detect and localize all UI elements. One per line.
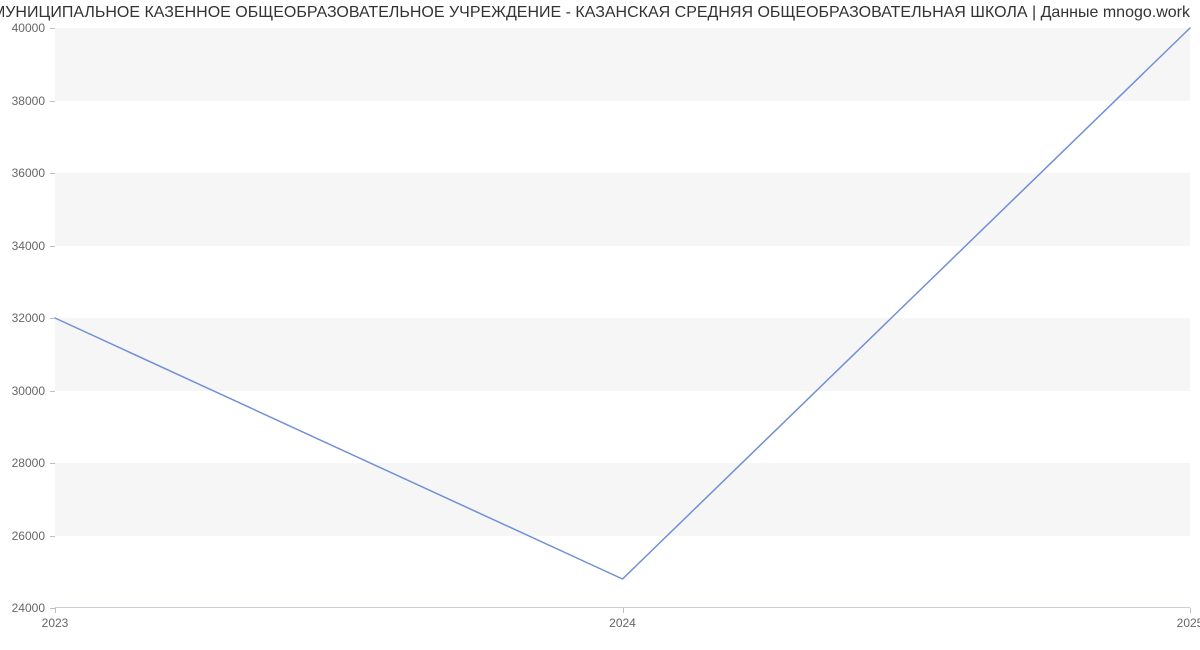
y-tick-mark — [50, 28, 55, 29]
y-tick-mark — [50, 391, 55, 392]
plot-area: 2400026000280003000032000340003600038000… — [55, 28, 1190, 608]
y-tick-label: 30000 — [12, 384, 45, 398]
y-tick-mark — [50, 463, 55, 464]
y-tick-mark — [50, 536, 55, 537]
y-tick-mark — [50, 173, 55, 174]
y-tick-label: 32000 — [12, 311, 45, 325]
y-tick-label: 34000 — [12, 239, 45, 253]
y-tick-mark — [50, 101, 55, 102]
y-tick-label: 26000 — [12, 529, 45, 543]
y-tick-mark — [50, 246, 55, 247]
line-series — [55, 28, 1190, 608]
y-tick-label: 28000 — [12, 456, 45, 470]
y-tick-mark — [50, 318, 55, 319]
x-tick-mark — [623, 608, 624, 613]
x-tick-label: 2025 — [1177, 616, 1200, 630]
x-tick-label: 2024 — [609, 616, 636, 630]
y-tick-label: 36000 — [12, 166, 45, 180]
x-tick-mark — [1190, 608, 1191, 613]
chart-title: ЗАРПЛАТА В МУНИЦИПАЛЬНОЕ КАЗЕННОЕ ОБЩЕОБ… — [0, 4, 1190, 22]
y-tick-label: 38000 — [12, 94, 45, 108]
x-tick-mark — [55, 608, 56, 613]
y-tick-label: 40000 — [12, 21, 45, 35]
chart-container: ЗАРПЛАТА В МУНИЦИПАЛЬНОЕ КАЗЕННОЕ ОБЩЕОБ… — [0, 0, 1200, 650]
y-tick-label: 24000 — [12, 601, 45, 615]
x-tick-label: 2023 — [42, 616, 69, 630]
